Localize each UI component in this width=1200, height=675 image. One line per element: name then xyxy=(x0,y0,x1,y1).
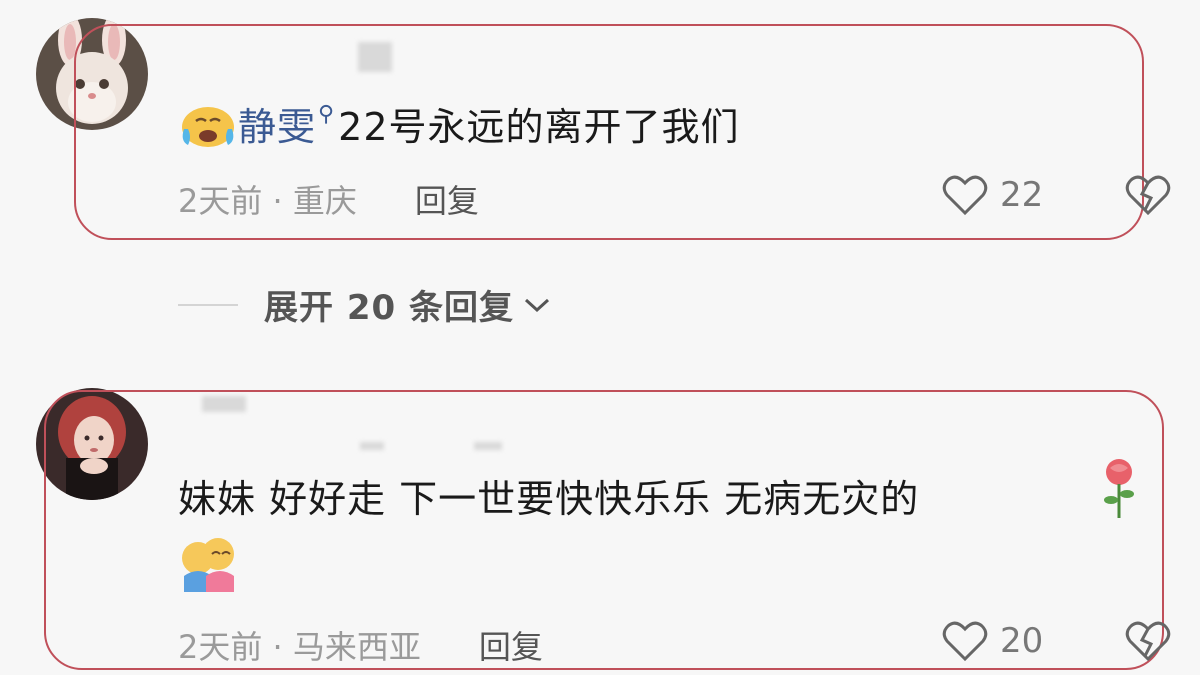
heart-icon[interactable] xyxy=(942,174,988,216)
heart-icon[interactable] xyxy=(942,620,988,662)
comment-body: 静雯 ⚲ 22号永远的离开了我们 xyxy=(178,96,740,151)
search-icon[interactable]: ⚲ xyxy=(318,102,334,127)
reply-button[interactable]: 回复 xyxy=(479,622,543,668)
comment-1: 静雯 ⚲ 22号永远的离开了我们 2天前 · 重庆 回复 22 xyxy=(0,0,1200,260)
crying-face-icon xyxy=(182,106,234,147)
broken-heart-icon[interactable] xyxy=(1124,174,1172,216)
expand-replies-button[interactable]: 展开 20 条回复 xyxy=(264,280,514,329)
chevron-down-icon[interactable] xyxy=(522,295,552,315)
broken-heart-icon[interactable] xyxy=(1124,620,1172,662)
rose-icon xyxy=(1104,459,1134,518)
comment-text: 22号永远的离开了我们 xyxy=(338,105,740,149)
timestamp-location: 2天前 · 重庆 xyxy=(178,182,357,220)
username[interactable]: 静雯 xyxy=(238,96,316,151)
comment-text: 妹妹 好好走 下一世要快快乐乐 无病无灾的 xyxy=(178,477,920,521)
like-count: 20 xyxy=(1000,621,1044,661)
like-count: 22 xyxy=(1000,175,1044,215)
comment-section: 静雯 ⚲ 22号永远的离开了我们 2天前 · 重庆 回复 22 展开 20 条回… xyxy=(0,0,1200,675)
comment-meta: 2天前 · 重庆 回复 xyxy=(178,176,479,222)
divider-line xyxy=(178,303,238,306)
reply-button[interactable]: 回复 xyxy=(415,176,479,222)
comment-2: 妹妹 好好走 下一世要快快乐乐 无病无灾的 2天前 · 马来西亚 回复 20 xyxy=(0,370,1200,675)
comment-meta: 2天前 · 马来西亚 回复 xyxy=(178,622,543,668)
hugging-face-icon xyxy=(182,538,234,592)
timestamp-location: 2天前 · 马来西亚 xyxy=(178,628,421,666)
comment-body: 妹妹 好好走 下一世要快快乐乐 无病无灾的 xyxy=(178,468,919,523)
expand-replies-row[interactable]: 展开 20 条回复 xyxy=(178,280,552,329)
